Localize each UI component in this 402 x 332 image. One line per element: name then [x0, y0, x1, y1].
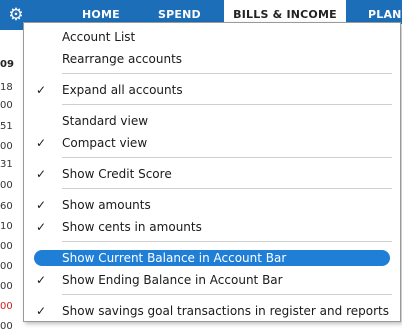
menu-item-show-ending-balance[interactable]: ✓ Show Ending Balance in Account Bar — [24, 272, 400, 288]
menu-item-label: Show Ending Balance in Account Bar — [62, 273, 283, 287]
balance-number: 18 — [0, 82, 13, 93]
menu-item-label: Show amounts — [62, 198, 151, 212]
menu-separator — [62, 241, 392, 242]
menu-item-label: Show Current Balance in Account Bar — [62, 251, 287, 265]
menu-item-show-savings-goal-transactions[interactable]: ✓ Show savings goal transactions in regi… — [24, 303, 400, 319]
menu-item-label: Expand all accounts — [62, 83, 183, 97]
balance-number: 00 — [0, 141, 13, 152]
main-tabs: HOME SPEND BILLS & INCOME PLAN — [32, 0, 402, 30]
menu-item-label: Rearrange accounts — [62, 52, 183, 66]
balance-number: 10 — [0, 221, 13, 232]
balance-number-negative: 00 — [0, 301, 13, 312]
menu-item-label: Compact view — [62, 136, 148, 150]
tab-spend[interactable]: SPEND — [158, 0, 201, 24]
balance-number: 00 — [0, 100, 13, 111]
menu-separator — [62, 294, 392, 295]
balance-number: 00 — [0, 281, 13, 292]
menu-item-rearrange-accounts[interactable]: Rearrange accounts — [24, 51, 400, 67]
menu-item-show-credit-score[interactable]: ✓ Show Credit Score — [24, 166, 400, 182]
column-header-number: 09 — [0, 59, 14, 70]
menu-item-account-list[interactable]: Account List — [24, 29, 400, 45]
checkmark-icon: ✓ — [36, 198, 47, 212]
menu-item-show-cents[interactable]: ✓ Show cents in amounts — [24, 219, 400, 235]
menu-item-label: Standard view — [62, 114, 149, 128]
menu-item-label: Show Credit Score — [62, 167, 172, 181]
settings-dropdown-menu: Account List Rearrange accounts ✓ Expand… — [23, 22, 401, 322]
balance-number: 00 — [0, 321, 13, 332]
balance-number: 51 — [0, 121, 13, 132]
checkmark-icon: ✓ — [36, 136, 47, 150]
account-bar-background: 09 18 00 51 00 31 00 60 10 00 00 00 00 0… — [0, 30, 22, 332]
balance-number: 00 — [0, 180, 13, 191]
menu-separator — [62, 157, 392, 158]
menu-item-compact-view[interactable]: ✓ Compact view — [24, 135, 400, 151]
menu-item-label: Show cents in amounts — [62, 220, 202, 234]
menu-item-show-amounts[interactable]: ✓ Show amounts — [24, 197, 400, 213]
menu-item-label: Account List — [62, 30, 136, 44]
menu-separator — [62, 73, 392, 74]
tab-plan[interactable]: PLAN — [368, 0, 402, 24]
menu-separator — [62, 104, 392, 105]
menu-item-label: Show savings goal transactions in regist… — [62, 304, 389, 318]
checkmark-icon: ✓ — [36, 167, 47, 181]
balance-number: 00 — [0, 261, 13, 272]
checkmark-icon: ✓ — [36, 304, 47, 318]
checkmark-icon: ✓ — [36, 83, 47, 97]
menu-item-show-current-balance[interactable]: Show Current Balance in Account Bar — [34, 250, 390, 266]
balance-number: 31 — [0, 159, 13, 170]
checkmark-icon: ✓ — [36, 273, 47, 287]
balance-number: 60 — [0, 201, 13, 212]
balance-number: 00 — [0, 241, 13, 252]
menu-item-expand-all-accounts[interactable]: ✓ Expand all accounts — [24, 82, 400, 98]
tab-home[interactable]: HOME — [82, 0, 120, 24]
checkmark-icon: ✓ — [36, 220, 47, 234]
menu-item-standard-view[interactable]: Standard view — [24, 113, 400, 129]
menu-separator — [62, 188, 392, 189]
